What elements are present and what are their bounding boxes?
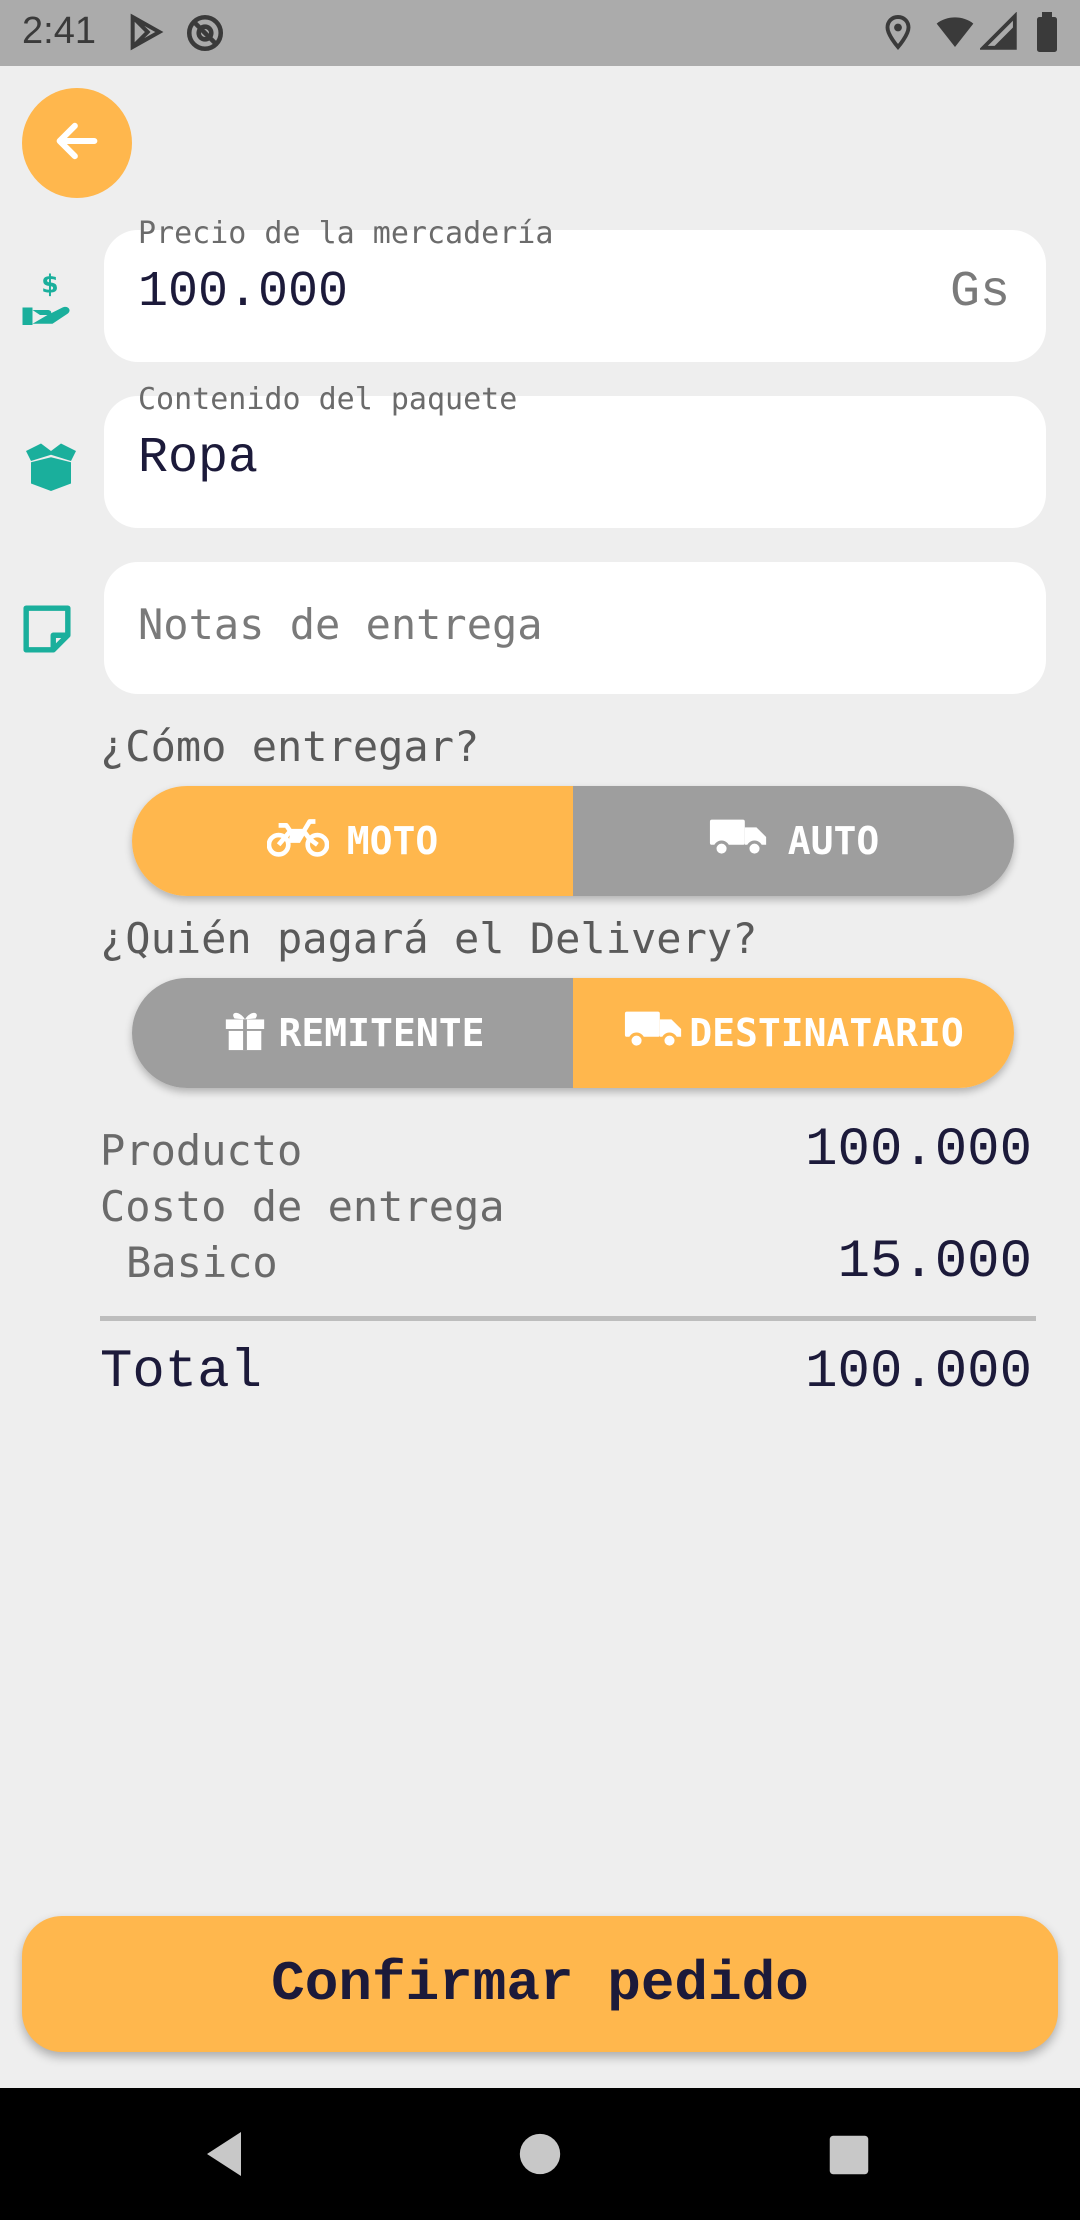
notes-placeholder: Notas de entrega [138,600,543,649]
product-label: Producto [100,1126,303,1175]
option-auto-label: AUTO [787,819,880,863]
option-destinatario-label: DESTINATARIO [689,1011,964,1055]
wifi-icon [934,12,976,56]
box-icon [20,436,82,500]
option-auto[interactable]: AUTO [573,786,1014,896]
nav-recents-icon[interactable] [828,2134,870,2180]
product-value: 100.000 [805,1120,1032,1181]
price-label: Precio de la mercadería [138,216,554,251]
delivery-method-label: ¿Cómo entregar? [100,722,480,771]
option-destinatario[interactable]: DESTINATARIO [573,978,1014,1088]
payer-label: ¿Quién pagará el Delivery? [100,914,758,963]
location-icon [880,12,916,56]
truck-icon [708,815,770,868]
content-field[interactable]: Contenido del paquete Ropa [104,382,1046,528]
at-sign-icon [184,12,226,58]
status-time: 2:41 [22,10,96,52]
notes-field[interactable]: Notas de entrega [104,562,1046,694]
confirm-order-button[interactable]: Confirmar pedido [22,1916,1058,2052]
nav-home-icon[interactable] [518,2132,562,2180]
truck-icon [623,1006,685,1061]
back-button[interactable] [22,88,132,198]
option-remitente[interactable]: REMITENTE [132,978,573,1088]
price-field[interactable]: Precio de la mercadería 100.000 Gs [104,216,1046,362]
content-value: Ropa [138,430,259,487]
price-value: 100.000 [138,264,349,321]
delivery-value: 15.000 [837,1232,1032,1293]
delivery-cost-label: Costo de entrega [100,1182,505,1231]
option-moto[interactable]: MOTO [132,786,573,896]
content-label: Contenido del paquete [138,382,518,417]
signal-icon [978,11,1018,56]
status-bar: 2:41 [0,0,1080,66]
system-nav-bar [0,2088,1080,2220]
option-remitente-label: REMITENTE [278,1011,485,1055]
svg-text:$: $ [41,270,58,299]
nav-back-icon[interactable] [204,2130,246,2182]
delivery-type-label: Basico [126,1238,278,1287]
motorcycle-icon [266,815,330,868]
option-moto-label: MOTO [346,819,439,863]
currency-suffix: Gs [949,264,1010,321]
summary-divider [100,1316,1036,1321]
arrow-left-icon [51,115,103,171]
payer-toggle: REMITENTE DESTINATARIO [132,978,1014,1088]
delivery-method-toggle: MOTO AUTO [132,786,1014,896]
gift-icon [221,1006,269,1061]
hand-money-icon: $ [20,270,80,334]
battery-icon [1034,12,1060,56]
total-label: Total [100,1342,263,1403]
play-store-icon [126,12,166,56]
sticky-note-icon [22,604,72,658]
total-value: 100.000 [805,1342,1032,1403]
